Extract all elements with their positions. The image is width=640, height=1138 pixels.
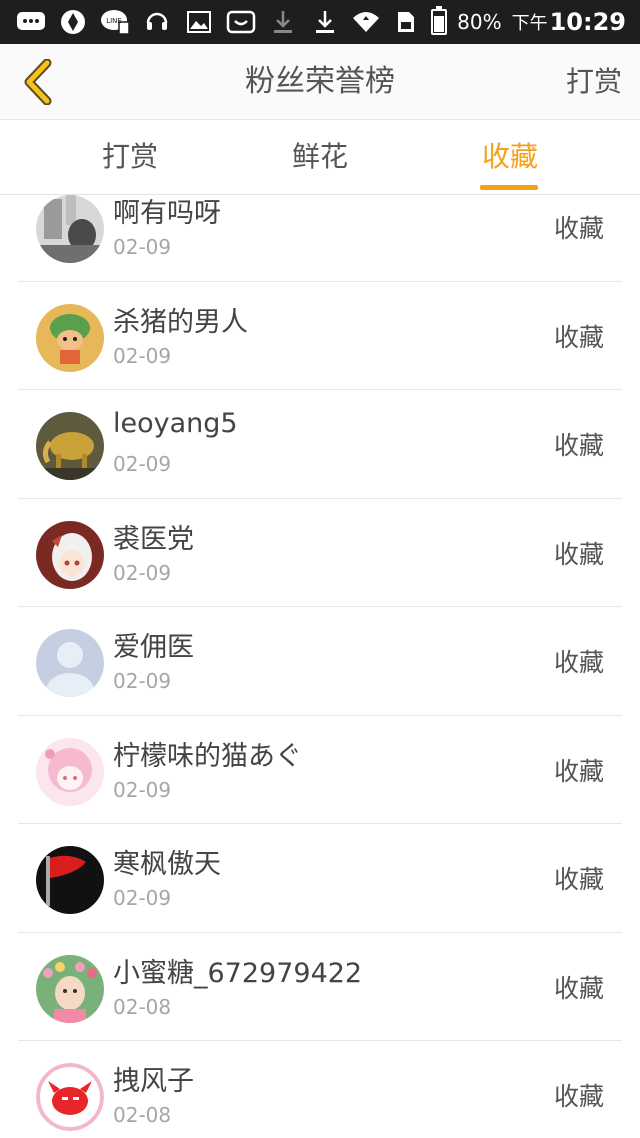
- list-item[interactable]: 拽风子 02-08 收藏: [18, 1041, 622, 1138]
- avatar: [36, 846, 104, 914]
- item-date: 02-09: [113, 343, 172, 368]
- item-action: 收藏: [553, 1082, 604, 1111]
- status-right: 80% 下午 10:29: [351, 0, 626, 44]
- user-name: 小蜜糖_672979422: [113, 957, 363, 989]
- status-bar: LINE 80% 下午 10:29: [0, 0, 640, 44]
- avatar: [36, 520, 104, 589]
- chat-icon: [16, 9, 46, 35]
- line-icon: LINE: [100, 9, 130, 35]
- avatar: [36, 303, 104, 372]
- item-date: 02-09: [113, 669, 172, 693]
- time-prefix: 下午: [511, 13, 548, 34]
- item-action: 收藏: [553, 973, 604, 1003]
- avatar: [36, 954, 104, 1023]
- battery-icon: [431, 6, 448, 35]
- support-icon: [142, 9, 172, 35]
- avatar: [36, 195, 104, 263]
- list-item[interactable]: 爱佣医 02-09 收藏: [18, 607, 622, 716]
- wifi-icon: [351, 9, 381, 35]
- user-name: 拽风子: [113, 1066, 194, 1097]
- active-tab-indicator: [480, 185, 538, 190]
- fan-list[interactable]: 啊有吗呀 02-09 收藏 杀猪的男人 02-09 收藏 leoyang5 02…: [0, 195, 640, 1138]
- user-name: 裘医党: [113, 523, 194, 555]
- list-item[interactable]: 裘医党 02-09 收藏: [18, 499, 622, 607]
- svg-text:LINE: LINE: [106, 17, 122, 25]
- item-action: 收藏: [553, 214, 604, 243]
- item-action: 收藏: [553, 431, 604, 460]
- user-name: 杀猪的男人: [113, 306, 248, 338]
- avatar: [36, 412, 104, 480]
- tab-favorites[interactable]: 收藏: [450, 121, 570, 195]
- chevron-left-icon: [24, 59, 52, 105]
- item-date: 02-09: [113, 235, 172, 259]
- list-item[interactable]: 杀猪的男人 02-09 收藏: [18, 282, 622, 390]
- avatar: [36, 1063, 104, 1131]
- item-action: 收藏: [553, 322, 604, 352]
- battery-percent: 80%: [457, 10, 502, 34]
- item-action: 收藏: [553, 539, 604, 569]
- back-button[interactable]: [12, 56, 64, 108]
- item-action: 收藏: [553, 648, 604, 677]
- avatar: [36, 629, 104, 697]
- list-item[interactable]: 寒枫傲天 02-09 收藏: [18, 824, 622, 933]
- user-name: 柠檬味的猫あぐ: [113, 740, 302, 772]
- header: 粉丝荣誉榜 打赏: [0, 44, 640, 120]
- user-name: 爱佣医: [113, 632, 194, 663]
- item-date: 02-08: [113, 994, 172, 1019]
- store-icon: [226, 9, 256, 35]
- item-date: 02-08: [113, 1103, 172, 1127]
- download-icon: [310, 9, 340, 35]
- item-date: 02-09: [113, 560, 172, 585]
- list-item[interactable]: leoyang5 02-09 收藏: [18, 390, 622, 499]
- tab-bar: 打赏 鲜花 收藏: [0, 121, 640, 195]
- item-date: 02-09: [113, 777, 172, 802]
- list-item[interactable]: 小蜜糖_672979422 02-08 收藏: [18, 933, 622, 1041]
- list-item[interactable]: 柠檬味的猫あぐ 02-09 收藏: [18, 716, 622, 824]
- item-action: 收藏: [553, 865, 604, 894]
- page-title: 粉丝荣誉榜: [245, 64, 395, 99]
- item-date: 02-09: [113, 452, 172, 476]
- clock: 10:29: [549, 8, 626, 36]
- sim-icon: [391, 9, 421, 35]
- user-name: 寒枫傲天: [113, 849, 221, 880]
- item-date: 02-09: [113, 886, 172, 910]
- user-name: 啊有吗呀: [113, 198, 221, 229]
- avatar: [36, 737, 104, 806]
- tab-tip[interactable]: 打赏: [70, 121, 190, 195]
- download-icon: [268, 9, 298, 35]
- tab-flowers[interactable]: 鲜花: [260, 121, 380, 195]
- list-item[interactable]: 啊有吗呀 02-09 收藏: [18, 195, 622, 282]
- user-name: leoyang5: [113, 408, 238, 439]
- item-action: 收藏: [553, 756, 604, 786]
- aperture-icon: [58, 9, 88, 35]
- image-icon: [184, 9, 214, 35]
- status-icons: LINE: [16, 8, 340, 36]
- tip-button[interactable]: 打赏: [566, 44, 622, 120]
